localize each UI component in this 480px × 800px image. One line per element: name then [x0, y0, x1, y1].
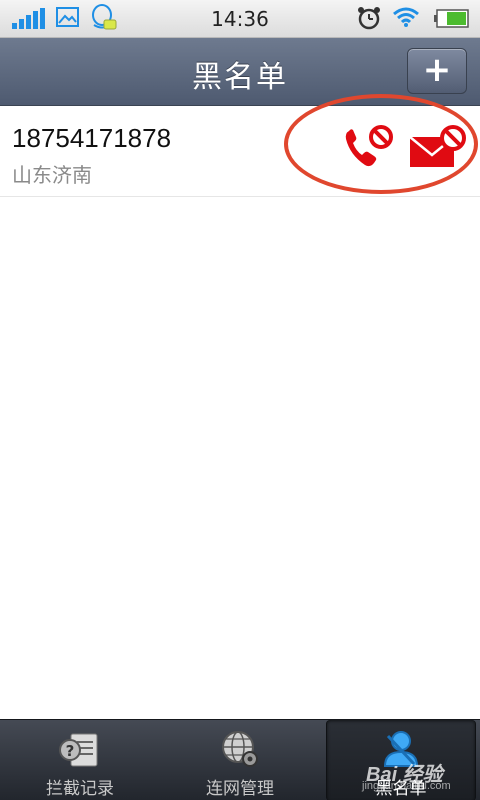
- phone-number: 18754171878: [12, 123, 172, 153]
- battery-icon: [434, 9, 469, 28]
- block-sms-icon[interactable]: [408, 125, 468, 169]
- alarm-icon: [358, 7, 380, 30]
- wifi-icon: [393, 7, 419, 27]
- svg-text:?: ?: [66, 742, 75, 760]
- number-location: 山东济南: [12, 163, 92, 187]
- baidu-jingyan-watermark: Bai 经验 jingyan.baidu.com: [362, 744, 478, 796]
- watermark-domain: jingyan.baidu.com: [362, 780, 451, 792]
- block-call-icon[interactable]: [343, 125, 395, 169]
- intercept-log-icon: ?: [59, 733, 98, 767]
- tab-label: 拦截记录: [46, 779, 114, 799]
- add-button[interactable]: +: [407, 48, 467, 94]
- network-settings-icon: [222, 731, 258, 767]
- tab-intercept-log[interactable]: ? 拦截记录: [0, 720, 160, 800]
- tab-network-management[interactable]: 连网管理: [160, 720, 320, 800]
- status-bar: 14:36: [0, 0, 480, 38]
- tab-label: 连网管理: [206, 779, 274, 799]
